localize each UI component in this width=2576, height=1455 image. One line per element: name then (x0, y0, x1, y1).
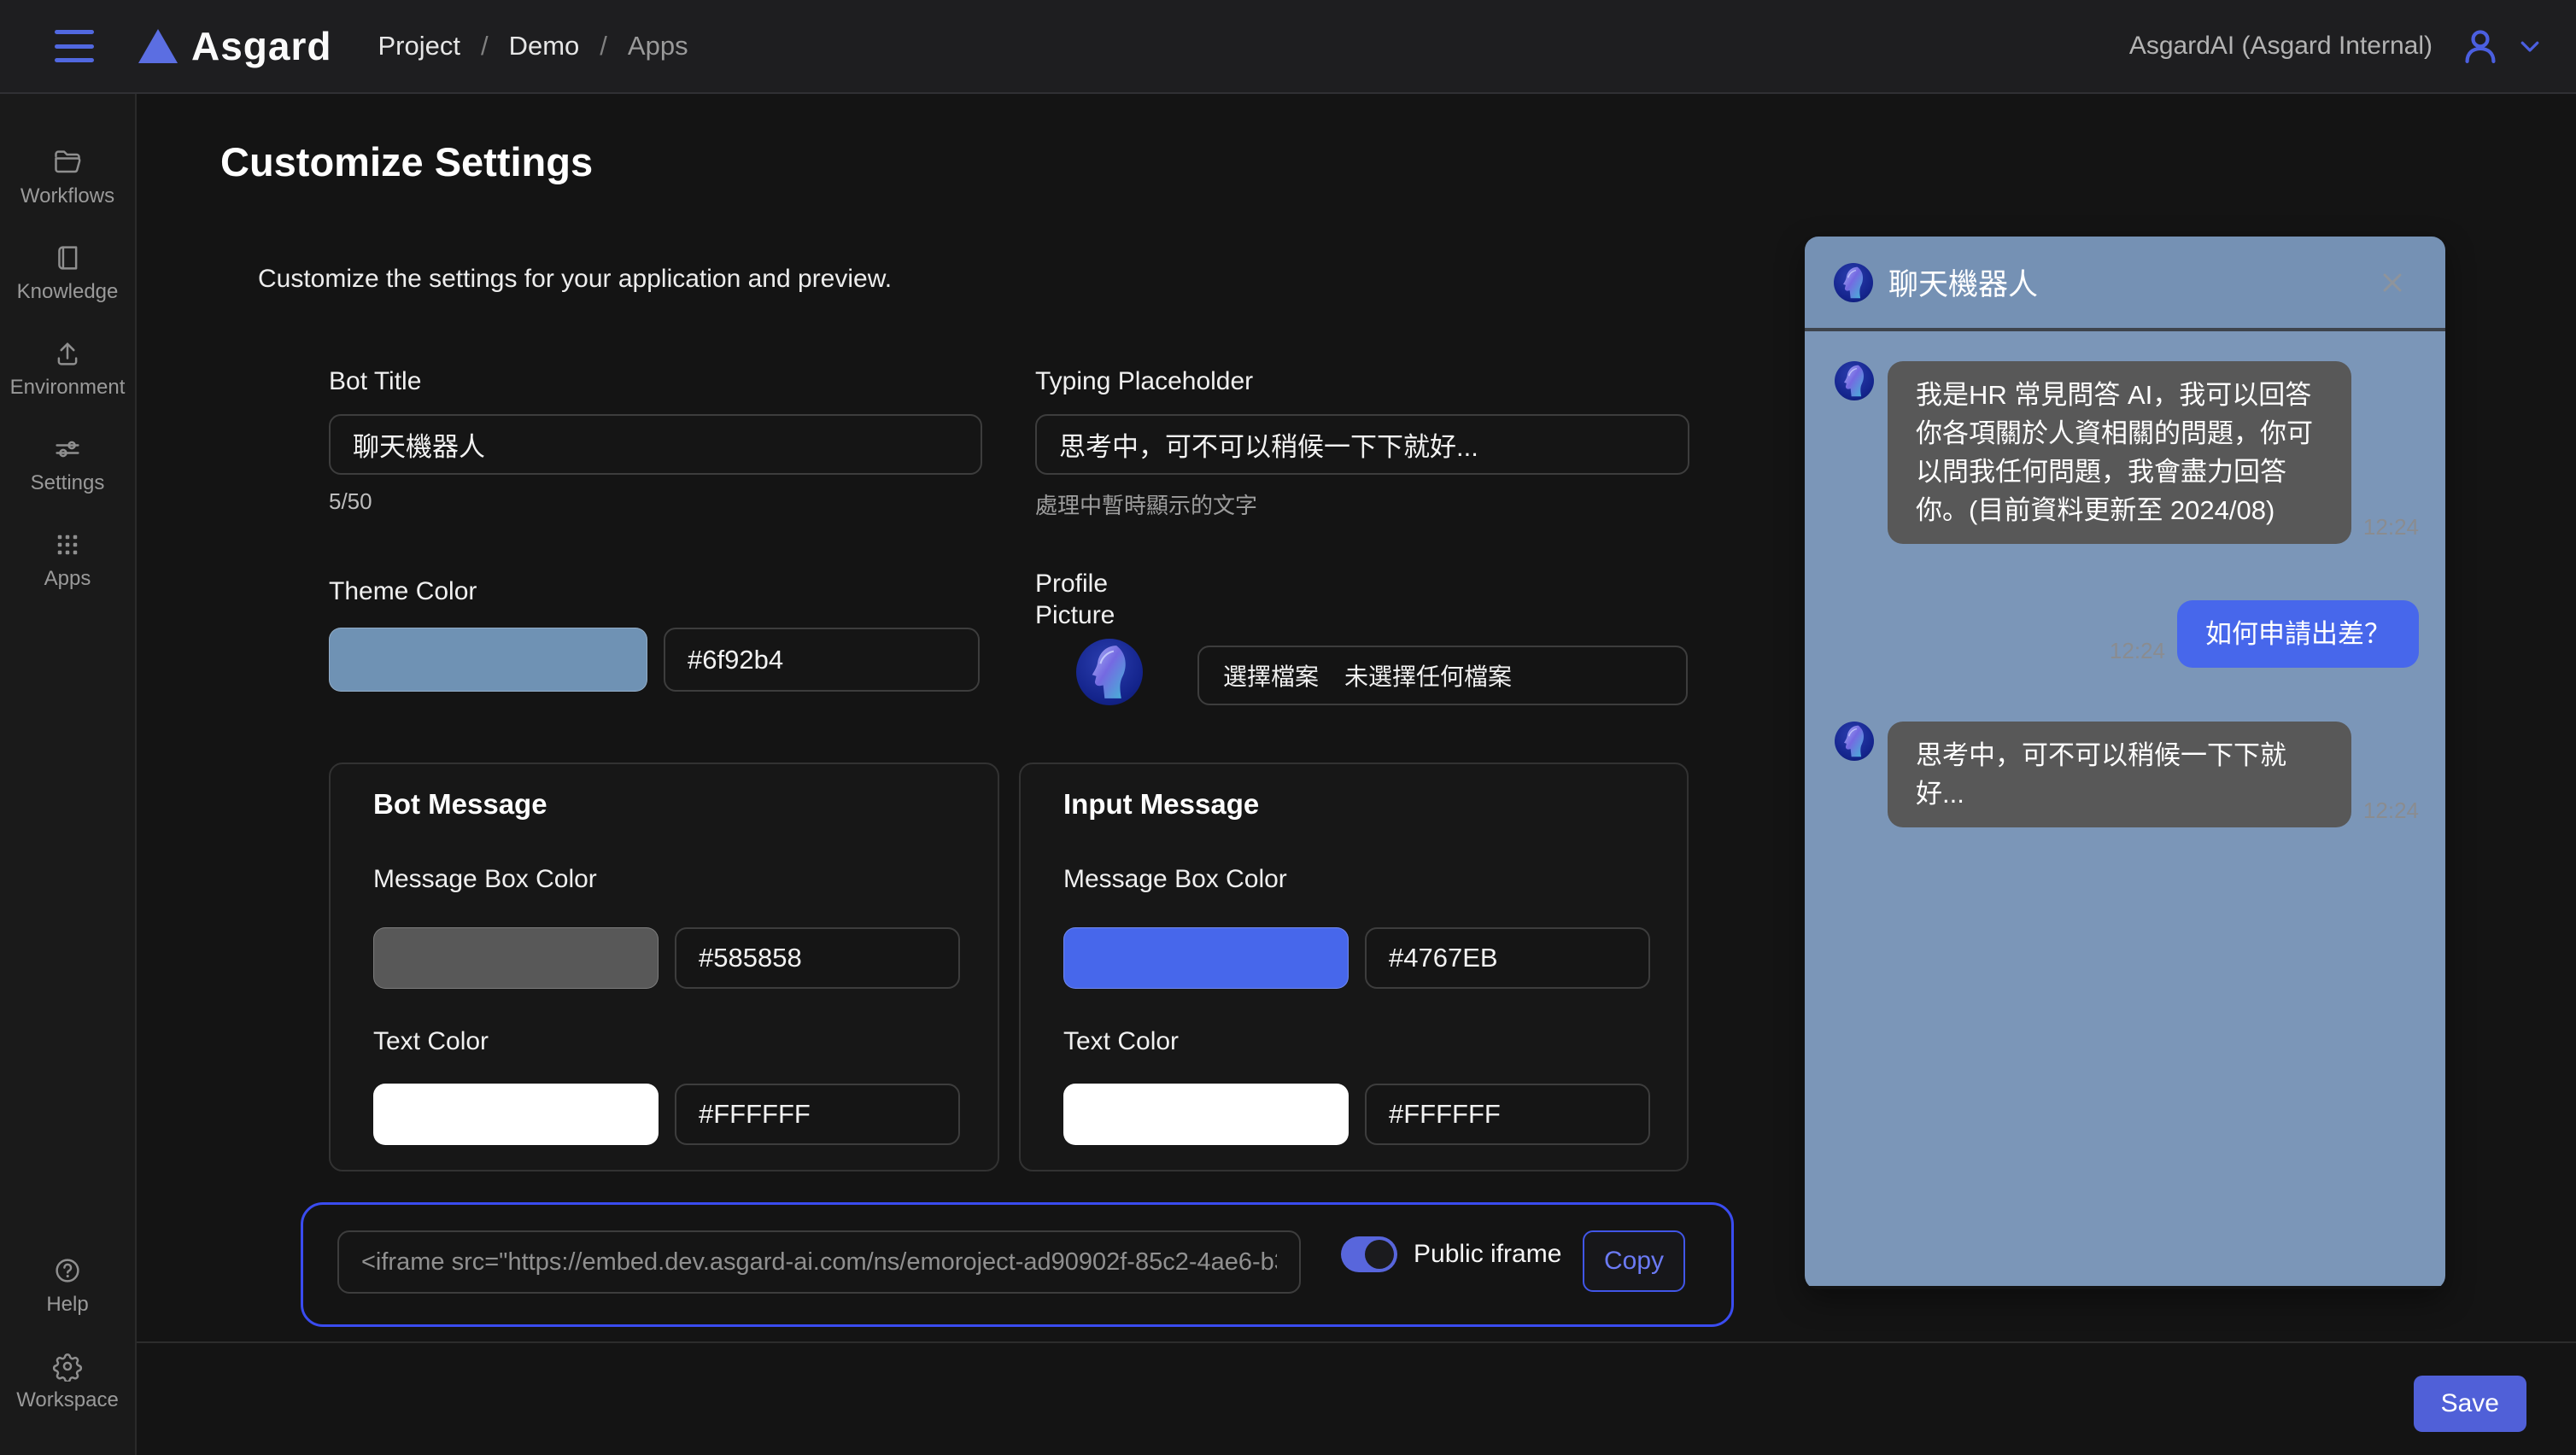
chat-message-user: 12:24 如何申請出差？ (1835, 600, 2419, 668)
sidebar-item-label: Apps (44, 567, 91, 591)
profile-picture-avatar[interactable] (1076, 639, 1143, 705)
input-box-color-swatch[interactable] (1063, 927, 1349, 989)
profile-picture-label: Profile Picture (1035, 568, 1115, 631)
chat-message-bot: 思考中，可不可以稍候一下下就好... 12:24 (1835, 722, 2419, 827)
theme-color-swatch[interactable] (329, 628, 647, 692)
theme-color-label: Theme Color (329, 577, 477, 606)
bot-message-bubble: 思考中，可不可以稍候一下下就好... (1888, 722, 2351, 827)
profile-label-line2: Picture (1035, 601, 1115, 629)
profile-picture-file-input[interactable]: 選擇檔案 未選擇任何檔案 (1197, 646, 1688, 705)
book-icon (52, 242, 83, 273)
input-box-color-hex-input[interactable] (1365, 927, 1650, 989)
bot-message-panel: Bot Message Message Box Color Text Color (329, 763, 999, 1172)
sidebar-item-workflows[interactable]: Workflows (0, 137, 135, 219)
close-icon[interactable] (2377, 267, 2408, 298)
chat-header: 聊天機器人 (1805, 237, 2445, 331)
sidebar-item-label: Workflows (20, 184, 114, 208)
bot-box-color-swatch[interactable] (373, 927, 659, 989)
bot-avatar (1834, 263, 1873, 302)
bot-message-bubble: 我是HR 常見問答 AI，我可以回答你各項關於人資相關的問題，你可以問我任何問題… (1888, 361, 2351, 544)
sliders-icon (52, 434, 83, 465)
asgard-logo-icon (138, 29, 178, 63)
breadcrumb: Project / Demo / Apps (378, 31, 688, 61)
grid-dots-icon (52, 529, 83, 560)
account-name: AsgardAI (Asgard Internal) (2129, 32, 2433, 61)
typing-placeholder-label: Typing Placeholder (1035, 367, 1253, 396)
choose-file-button[interactable]: 選擇檔案 (1223, 658, 1319, 692)
gear-icon (52, 1351, 83, 1382)
user-icon[interactable] (2458, 24, 2503, 68)
sidebar-item-label: Workspace (16, 1388, 119, 1412)
chat-body: 我是HR 常見問答 AI，我可以回答你各項關於人資相關的問題，你可以問我任何問題… (1805, 331, 2445, 1286)
input-box-color-label: Message Box Color (1063, 865, 1287, 894)
embed-iframe-box: Public iframe Copy (301, 1202, 1734, 1327)
top-navbar: Asgard Project / Demo / Apps AsgardAI (A… (0, 0, 2576, 94)
bot-text-color-label: Text Color (373, 1027, 489, 1056)
bot-title-label: Bot Title (329, 367, 421, 396)
chat-message-bot: 我是HR 常見問答 AI，我可以回答你各項關於人資相關的問題，你可以問我任何問題… (1835, 361, 2419, 544)
save-button[interactable]: Save (2414, 1376, 2526, 1432)
copy-button[interactable]: Copy (1583, 1230, 1685, 1292)
chevron-down-icon[interactable] (2513, 29, 2547, 63)
breadcrumb-project[interactable]: Project (378, 31, 460, 61)
sidebar-item-settings[interactable]: Settings (0, 424, 135, 505)
sidebar-item-apps[interactable]: Apps (0, 519, 135, 601)
message-timestamp: 12:24 (2363, 514, 2419, 544)
sidebar-item-label: Environment (10, 376, 126, 400)
message-timestamp: 12:24 (2110, 638, 2165, 668)
bot-box-color-hex-input[interactable] (675, 927, 960, 989)
breadcrumb-separator: / (481, 31, 489, 61)
sidebar-item-knowledge[interactable]: Knowledge (0, 232, 135, 314)
bot-title-counter: 5/50 (329, 488, 372, 515)
page-subtitle: Customize the settings for your applicat… (258, 265, 892, 294)
toggle-knob (1365, 1240, 1394, 1269)
brand-name: Asgard (191, 23, 331, 69)
user-message-bubble: 如何申請出差？ (2177, 600, 2419, 668)
input-text-color-swatch[interactable] (1063, 1084, 1349, 1145)
chat-preview-panel: 聊天機器人 我是HR 常見問答 AI，我可以回答你各項關於人資相關的問題，你可以… (1805, 237, 2445, 1289)
footer-divider (137, 1341, 2576, 1343)
help-icon (52, 1255, 83, 1286)
bot-avatar (1835, 722, 1874, 761)
breadcrumb-apps-current: Apps (628, 31, 688, 61)
typing-placeholder-input[interactable] (1035, 414, 1689, 475)
page-title: Customize Settings (220, 138, 593, 185)
main-content: Customize Settings Customize the setting… (137, 94, 2576, 1455)
sidebar-item-label: Help (46, 1293, 88, 1317)
sidebar-item-label: Knowledge (17, 280, 119, 304)
sidebar-item-environment[interactable]: Environment (0, 328, 135, 410)
sidebar-item-help[interactable]: Help (0, 1245, 135, 1327)
input-message-title: Input Message (1063, 788, 1259, 821)
bot-box-color-label: Message Box Color (373, 865, 597, 894)
breadcrumb-separator: / (600, 31, 607, 61)
public-iframe-label: Public iframe (1414, 1240, 1561, 1269)
theme-color-hex-input[interactable] (664, 628, 980, 692)
sidebar: Workflows Knowledge Environment Settings (0, 94, 137, 1455)
embed-code-input[interactable] (337, 1230, 1301, 1294)
typing-placeholder-helper: 處理中暫時顯示的文字 (1035, 488, 1257, 520)
bot-avatar (1835, 361, 1874, 400)
bot-text-color-hex-input[interactable] (675, 1084, 960, 1145)
chat-title: 聊天機器人 (1888, 260, 2038, 304)
upload-icon (52, 338, 83, 369)
sidebar-item-workspace[interactable]: Workspace (0, 1341, 135, 1423)
settings-form: Bot Title 5/50 Typing Placeholder 處理中暫時顯… (329, 359, 1738, 1341)
sidebar-item-label: Settings (31, 471, 105, 495)
input-text-color-label: Text Color (1063, 1027, 1179, 1056)
input-text-color-hex-input[interactable] (1365, 1084, 1650, 1145)
profile-label-line1: Profile (1035, 570, 1108, 598)
message-timestamp: 12:24 (2363, 798, 2419, 827)
folder-icon (52, 147, 83, 178)
file-status-text: 未選擇任何檔案 (1344, 658, 1512, 692)
bot-text-color-swatch[interactable] (373, 1084, 659, 1145)
breadcrumb-demo[interactable]: Demo (509, 31, 580, 61)
hamburger-menu-icon[interactable] (55, 30, 94, 62)
bot-title-input[interactable] (329, 414, 982, 475)
bot-message-title: Bot Message (373, 788, 547, 821)
input-message-panel: Input Message Message Box Color Text Col… (1019, 763, 1689, 1172)
public-iframe-toggle[interactable] (1341, 1236, 1397, 1272)
